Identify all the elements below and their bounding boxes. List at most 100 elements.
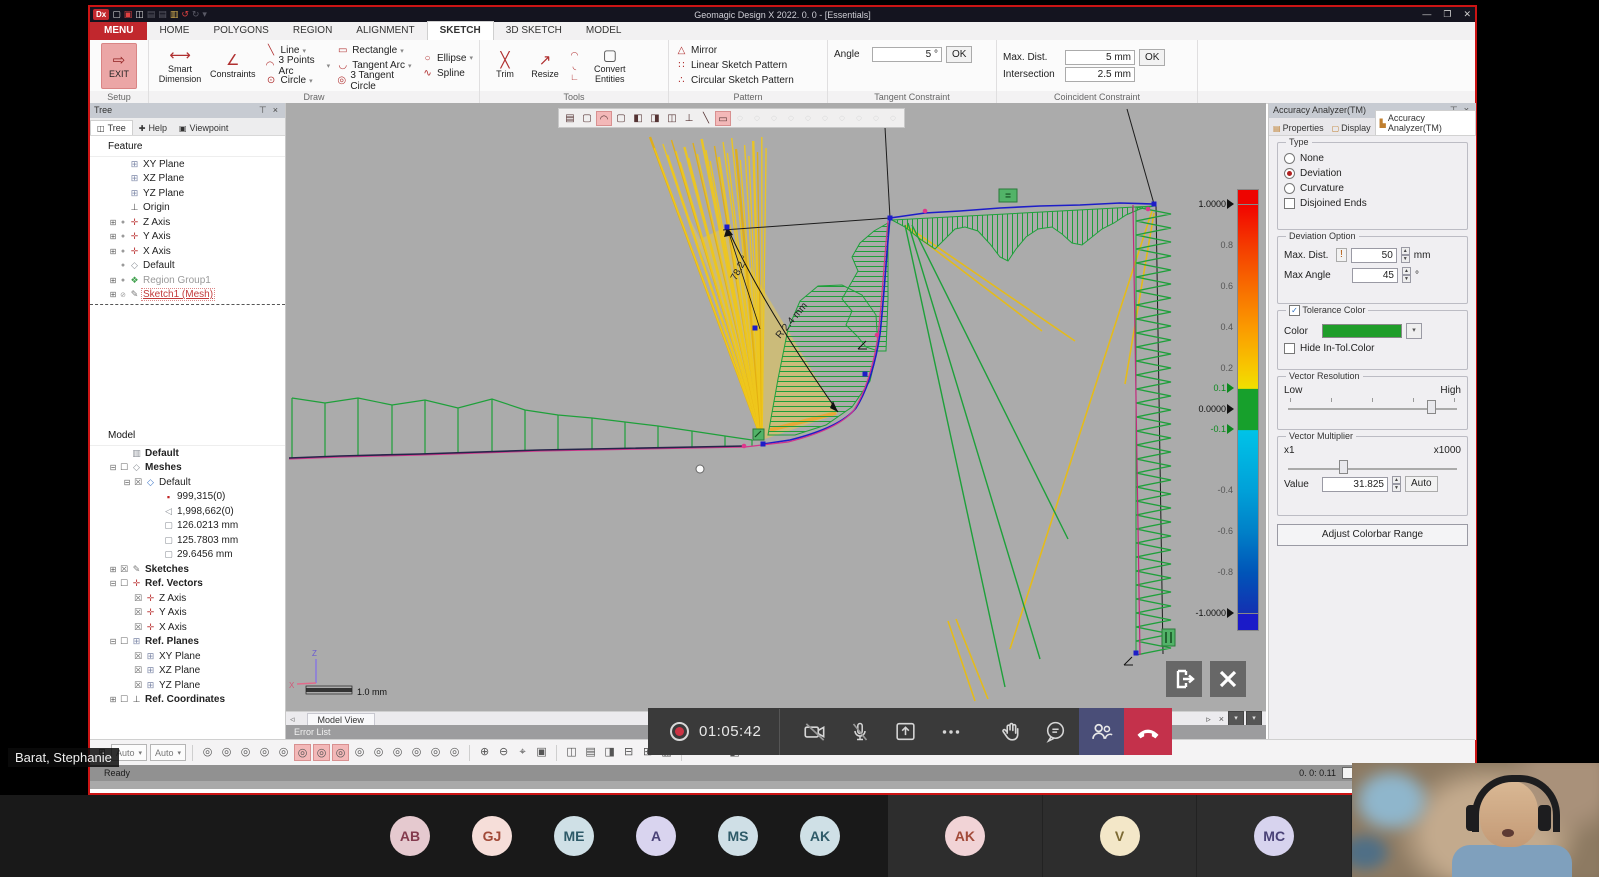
display-wireframe-icon[interactable]: ◫ <box>563 744 580 761</box>
tree-item[interactable]: ☒ ✛ Z Axis <box>90 591 285 606</box>
tree-item[interactable]: ⊞ XY Plane <box>90 157 285 172</box>
view-front-plane-icon[interactable]: ◧ <box>630 111 646 126</box>
tree-item[interactable]: ☒ ⊞ XZ Plane <box>90 664 285 679</box>
multiplier-value-input[interactable]: 31.825 <box>1322 476 1388 492</box>
view-3d-sketches-icon[interactable]: ◎ <box>313 744 331 761</box>
ribbon-tab[interactable]: REGION <box>281 22 344 40</box>
raise-hand-button[interactable] <box>988 708 1033 755</box>
webcam-video-tile[interactable] <box>1352 763 1599 877</box>
qat-more-icon[interactable]: ▾ <box>202 9 207 20</box>
tree-panel-tab[interactable]: ✚ Help <box>133 121 173 135</box>
view-polyface-icon[interactable]: ◎ <box>275 744 292 761</box>
restore-button[interactable]: ❐ <box>1443 7 1451 22</box>
zoom-out-icon[interactable]: ⊖ <box>495 744 512 761</box>
linear-sketch-pattern-button[interactable]: ∷ Linear Sketch Pattern <box>675 59 794 72</box>
tree-item[interactable]: ☒ ⊞ YZ Plane <box>90 678 285 693</box>
intersection-input[interactable]: 2.5 mm <box>1065 66 1135 82</box>
max-angle-input[interactable]: 45 <box>1352 267 1398 283</box>
select-paint-icon[interactable]: ◌ <box>800 111 816 126</box>
tree-item[interactable]: ⊟ ☒ ◇ Default <box>90 475 285 490</box>
tree-item[interactable]: ◁ 1,998,662(0) <box>90 504 285 519</box>
max-dist-input[interactable]: 50 <box>1350 247 1397 263</box>
type-radio[interactable]: Deviation <box>1284 166 1461 181</box>
tree-item[interactable]: ⊞ ☐ ⊥ Ref. Coordinates <box>90 693 285 708</box>
view-curves-icon[interactable]: ◎ <box>351 744 368 761</box>
tree-item[interactable]: ⊞ ● ❖ Region Group1 <box>90 273 285 288</box>
view-coordinates-icon[interactable]: ◎ <box>427 744 444 761</box>
circle-button[interactable]: ⊙ Circle ▾ <box>265 74 331 87</box>
view-planes-icon[interactable]: ◎ <box>389 744 406 761</box>
hide-in-tol-checkbox[interactable]: Hide In-Tol.Color <box>1284 341 1461 356</box>
display-shaded-icon[interactable]: ▤ <box>582 744 599 761</box>
visibility-checkbox[interactable]: ☒ <box>118 564 130 575</box>
ribbon-tab[interactable]: POLYGONS <box>201 22 280 40</box>
analyzer-tab[interactable]: ▢ Display <box>1328 121 1375 135</box>
share-screen-button[interactable] <box>883 708 928 755</box>
select-extend-icon[interactable]: ◌ <box>834 111 850 126</box>
exit-sketch-confirm-button[interactable] <box>1166 661 1202 697</box>
sketch-point-badge[interactable] <box>752 428 765 441</box>
tolerance-color-checkbox[interactable]: ✓ <box>1289 305 1300 316</box>
hang-up-button[interactable] <box>1124 708 1173 755</box>
participant-avatar[interactable]: ME <box>554 816 594 856</box>
equal-constraint-badge[interactable]: = <box>998 188 1018 203</box>
type-radio[interactable]: Curvature <box>1284 181 1461 196</box>
smart-dimension-button[interactable]: ⟷ Smart Dimension <box>155 46 205 85</box>
more-options-button[interactable] <box>929 708 974 755</box>
model-view-tab[interactable]: Model View <box>306 712 375 726</box>
tree-item[interactable]: ⊞ ⊘ ✎ Sketch1 (Mesh) <box>90 288 285 303</box>
shading-mode-icon[interactable]: ▢ <box>579 111 595 126</box>
visibility-checkbox[interactable]: ☒ <box>132 607 144 618</box>
tree-panel-tab[interactable]: ▣ Viewpoint <box>173 121 234 135</box>
tree-panel-tab[interactable]: ◫ Tree <box>90 120 133 135</box>
participant-tile[interactable]: MC <box>1197 795 1353 877</box>
deviation-colorbar[interactable] <box>1237 204 1259 615</box>
tolerance-color-swatch[interactable] <box>1322 324 1402 338</box>
ribbon-tab[interactable]: MENU <box>90 22 148 40</box>
exit-sketch-mode-button[interactable]: ⇨ EXIT <box>101 42 137 89</box>
visibility-checkbox[interactable]: ☒ <box>132 680 144 691</box>
visibility-checkbox[interactable]: ☒ <box>132 477 144 488</box>
resize-button[interactable]: ↗ Resize <box>526 51 564 80</box>
participant-tile[interactable]: V <box>1043 795 1198 877</box>
auto-button[interactable]: Auto <box>1405 476 1438 492</box>
tree-item[interactable]: ⊞ ● ✛ X Axis <box>90 244 285 259</box>
three-points-arc-button[interactable]: ◠ 3 Points Arc ▾ <box>265 55 331 77</box>
view-top-plane-icon[interactable]: ◨ <box>647 111 663 126</box>
spline-button[interactable]: ∿ Spline <box>421 67 473 80</box>
zoom-window-icon[interactable]: ▣ <box>533 744 550 761</box>
tree-item[interactable]: ⊞ ● ✛ Y Axis <box>90 230 285 245</box>
select-rectangle-icon[interactable]: ▭ <box>715 110 731 126</box>
color-dropdown-button[interactable]: ▾ <box>1406 323 1422 339</box>
view-vectors-icon[interactable]: ◎ <box>408 744 425 761</box>
ribbon-tab[interactable]: SKETCH <box>426 21 494 40</box>
new-document-icon[interactable]: ▢ <box>112 9 121 20</box>
tree-item[interactable]: ⊞ ● ✛ Z Axis <box>90 215 285 230</box>
select-spline-icon[interactable]: ◌ <box>766 111 782 126</box>
select-line-icon[interactable]: ╲ <box>698 111 714 126</box>
constraints-button[interactable]: ∠ Constraints <box>207 46 259 85</box>
zoom-fit-icon[interactable]: ⌖ <box>514 744 531 761</box>
tree-item[interactable]: ⊟ ☐ ⊞ Ref. Planes <box>90 635 285 650</box>
zoom-in-icon[interactable]: ⊕ <box>476 744 493 761</box>
max-dist-input[interactable]: 5 mm <box>1065 49 1135 65</box>
undo-icon[interactable]: ↺ <box>181 9 189 20</box>
tree-item[interactable]: ☒ ✛ Y Axis <box>90 606 285 621</box>
view-all-icon[interactable]: ◎ <box>199 744 216 761</box>
view-measurements-icon[interactable]: ◎ <box>446 744 463 761</box>
tree-item[interactable]: ▢ 125.7803 mm <box>90 533 285 548</box>
ribbon-tab[interactable]: MODEL <box>574 22 634 40</box>
chat-button[interactable] <box>1033 708 1078 755</box>
tree-item[interactable]: ⊟ ☐ ◇ Meshes <box>90 461 285 476</box>
tree-item[interactable]: ▥ Default <box>90 446 285 461</box>
pin-icon[interactable]: ⊤ <box>256 103 270 118</box>
select-shrink-icon[interactable]: ◌ <box>851 111 867 126</box>
print-icon[interactable]: ▤ <box>147 9 156 20</box>
mirror-button[interactable]: △ Mirror <box>675 44 794 57</box>
view-sketches-icon[interactable]: ◎ <box>294 744 312 761</box>
three-tangent-circle-button[interactable]: ◎ 3 Tangent Circle <box>336 70 415 92</box>
rectangle-button[interactable]: ▭ Rectangle ▾ <box>336 44 415 57</box>
print-preview-icon[interactable]: ▤ <box>158 9 167 20</box>
visibility-checkbox[interactable]: ☒ <box>132 622 144 633</box>
tool-mini-icon[interactable]: ∟ <box>570 72 579 82</box>
